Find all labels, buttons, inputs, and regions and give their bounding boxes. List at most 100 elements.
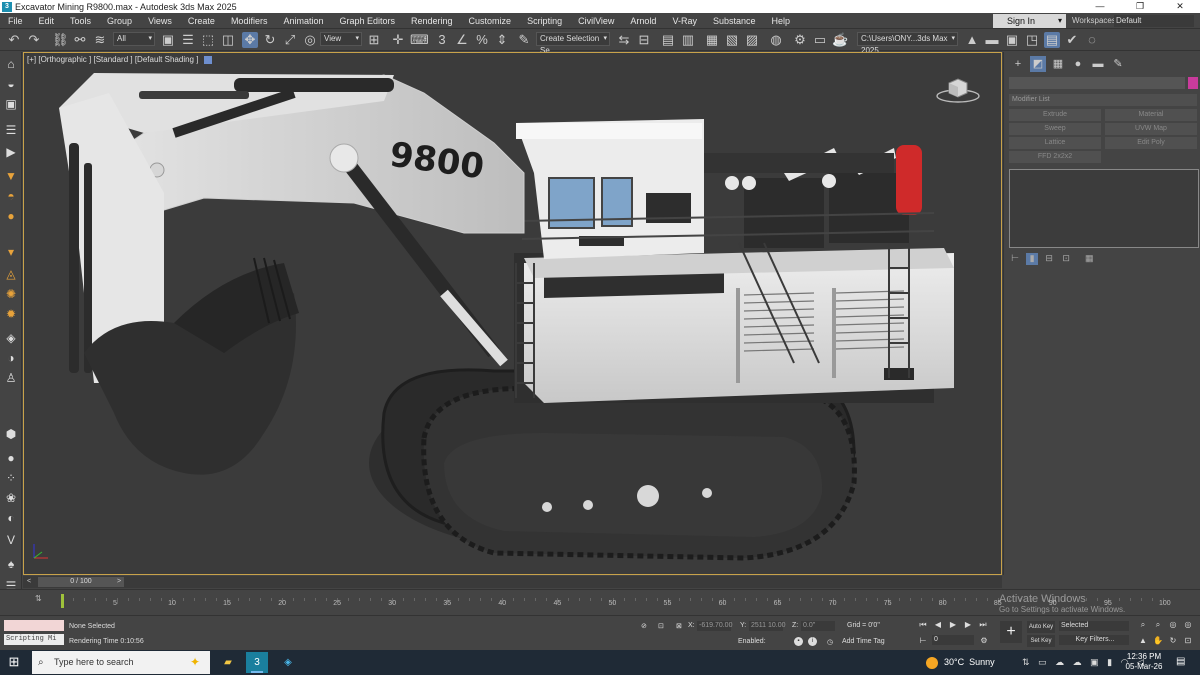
- schematic-view-icon[interactable]: ▨: [744, 32, 760, 48]
- pan-icon[interactable]: ✋: [1152, 635, 1164, 647]
- open-folder-icon[interactable]: ▬: [984, 32, 1000, 48]
- menu-tools[interactable]: Tools: [62, 13, 99, 29]
- time-slider-next-icon[interactable]: >: [117, 576, 121, 588]
- file-explorer-icon[interactable]: ▰: [217, 652, 239, 673]
- onedrive-icon[interactable]: ☁: [1055, 657, 1064, 667]
- maximize-viewport-icon[interactable]: ◳: [1024, 32, 1040, 48]
- go-to-start-icon[interactable]: ⏮: [917, 619, 929, 631]
- display-tab-icon[interactable]: ▬: [1090, 56, 1106, 72]
- menu-group[interactable]: Group: [99, 13, 140, 29]
- viewport-layout-icon[interactable]: ▣: [1004, 32, 1020, 48]
- spot-light-icon[interactable]: ▾: [3, 244, 19, 260]
- remove-modifier-icon[interactable]: ⊡: [1060, 253, 1072, 265]
- link-icon[interactable]: ⛓: [52, 32, 69, 48]
- scene-explorer-icon[interactable]: ▤: [660, 32, 676, 48]
- placement-icon[interactable]: ◎: [302, 32, 318, 48]
- menu-vray[interactable]: V-Ray: [664, 13, 705, 29]
- time-tag-info-icon[interactable]: i: [808, 637, 817, 646]
- current-frame-field[interactable]: 0: [932, 635, 974, 645]
- motion-tab-icon[interactable]: ●: [1070, 56, 1086, 72]
- clock-icon[interactable]: ◷: [827, 638, 833, 646]
- geometry-icon[interactable]: ⬢: [3, 426, 19, 442]
- viewcube-icon[interactable]: [935, 75, 981, 105]
- track-bar-menu-icon[interactable]: ⇅: [35, 594, 42, 603]
- time-slider[interactable]: < 0 / 100 >: [23, 576, 1002, 588]
- taskbar-clock[interactable]: 12:36 PM 05-Mar-26: [1124, 652, 1164, 672]
- monitor-icon[interactable]: ▭: [1038, 657, 1047, 667]
- align-icon[interactable]: ⊟: [636, 32, 652, 48]
- cloud-sync-icon[interactable]: ☁: [1073, 657, 1082, 667]
- ribbon-toggle-icon[interactable]: ▦: [704, 32, 720, 48]
- curve-editor-icon[interactable]: ▧: [724, 32, 740, 48]
- current-frame-cursor[interactable]: [61, 594, 64, 608]
- z-coordinate-field[interactable]: 0.0": [801, 621, 835, 631]
- utilities-tab-icon[interactable]: ✎: [1110, 56, 1126, 72]
- y-coordinate-field[interactable]: 2511 10.00: [749, 621, 786, 631]
- sign-in-dropdown[interactable]: Sign In: [993, 14, 1066, 28]
- time-config-icon[interactable]: ⚙: [978, 635, 990, 647]
- tree-icon[interactable]: ♠: [3, 556, 19, 572]
- x-coordinate-field[interactable]: -619.70.00: [697, 621, 732, 631]
- render-frame-window-icon[interactable]: ▭: [812, 32, 828, 48]
- select-object-icon[interactable]: ▣: [160, 32, 176, 48]
- modifier-list-dropdown[interactable]: Modifier List: [1009, 94, 1197, 106]
- render-setup-icon[interactable]: ⚙: [792, 32, 808, 48]
- create-tab-icon[interactable]: +: [1010, 56, 1026, 72]
- undo-icon[interactable]: ↶: [6, 32, 22, 48]
- maxscript-mini-listener[interactable]: Scripting Mi: [4, 634, 64, 645]
- menu-substance[interactable]: Substance: [705, 13, 764, 29]
- zoom-extents-all-icon[interactable]: ◎: [1182, 619, 1194, 631]
- checkmark-icon[interactable]: ✔: [1064, 32, 1080, 48]
- time-slider-thumb[interactable]: 0 / 100: [38, 577, 124, 587]
- redo-icon[interactable]: ↷: [26, 32, 42, 48]
- unlink-icon[interactable]: ⚯: [72, 32, 88, 48]
- maximize-toggle-icon[interactable]: ⊡: [1182, 635, 1194, 647]
- maximize-button[interactable]: ❐: [1120, 0, 1160, 13]
- app-tray-icon[interactable]: ▣: [1090, 657, 1099, 667]
- vray-taskbar-icon[interactable]: ◈: [277, 652, 299, 673]
- menu-civilview[interactable]: CivilView: [570, 13, 622, 29]
- camera-icon[interactable]: ▣: [3, 96, 19, 112]
- pivot-center-icon[interactable]: ⊞: [366, 32, 382, 48]
- add-time-tag[interactable]: Add Time Tag: [842, 638, 885, 645]
- sphere-icon[interactable]: ◒: [3, 76, 19, 92]
- absolute-mode-icon[interactable]: ⊠: [676, 622, 682, 630]
- globe-icon[interactable]: ◌: [1084, 32, 1100, 48]
- key-mode-icon[interactable]: ⊢: [917, 635, 929, 647]
- configure-sets-icon[interactable]: ▦: [1083, 253, 1095, 265]
- orbit-icon[interactable]: ↻: [1167, 635, 1179, 647]
- render-icon[interactable]: ◐: [3, 510, 19, 526]
- time-tag-toggle[interactable]: ▪: [794, 637, 803, 646]
- key-mode-dropdown[interactable]: Selected: [1059, 621, 1129, 631]
- spinner-snap-icon[interactable]: ⇕: [494, 32, 510, 48]
- sun-light-icon[interactable]: ✺: [3, 286, 19, 302]
- perspective-viewport[interactable]: [+] [Orthographic ] [Standard ] [Default…: [23, 52, 1002, 575]
- material-ball-icon[interactable]: ●: [3, 450, 19, 466]
- project-icon[interactable]: ▲: [964, 32, 980, 48]
- workspace-dropdown[interactable]: Default: [1114, 15, 1194, 27]
- home-icon[interactable]: ⌂: [3, 56, 19, 72]
- window-crossing-icon[interactable]: ◫: [220, 32, 236, 48]
- reference-coordinate-dropdown[interactable]: View: [320, 32, 362, 46]
- list-icon[interactable]: ☰: [3, 122, 19, 138]
- menu-graph-editors[interactable]: Graph Editors: [331, 13, 403, 29]
- sweep-button[interactable]: Sweep: [1009, 123, 1101, 135]
- bind-spacewarp-icon[interactable]: ≋: [92, 32, 108, 48]
- zoom-all-icon[interactable]: ⌕: [1152, 619, 1164, 631]
- edit-poly-button[interactable]: Edit Poly: [1105, 137, 1197, 149]
- maxscript-listener-input[interactable]: [4, 620, 64, 631]
- windows-start-icon[interactable]: ⊞: [5, 653, 23, 671]
- modifier-icon[interactable]: ❀: [3, 490, 19, 506]
- 3dsmax-taskbar-icon[interactable]: 3: [246, 652, 268, 673]
- menu-animation[interactable]: Animation: [275, 13, 331, 29]
- video-icon[interactable]: ▶: [3, 144, 19, 160]
- menu-arnold[interactable]: Arnold: [622, 13, 664, 29]
- menu-views[interactable]: Views: [140, 13, 180, 29]
- zoom-icon[interactable]: ⌕: [1137, 619, 1149, 631]
- show-end-result-icon[interactable]: ▮: [1026, 253, 1039, 265]
- zoom-extents-icon[interactable]: ◎: [1167, 619, 1179, 631]
- menu-rendering[interactable]: Rendering: [403, 13, 461, 29]
- vray-icon[interactable]: V: [3, 532, 19, 548]
- minimize-button[interactable]: —: [1080, 0, 1120, 13]
- project-folder-dropdown[interactable]: C:\Users\ONY...3ds Max 2025: [857, 32, 958, 55]
